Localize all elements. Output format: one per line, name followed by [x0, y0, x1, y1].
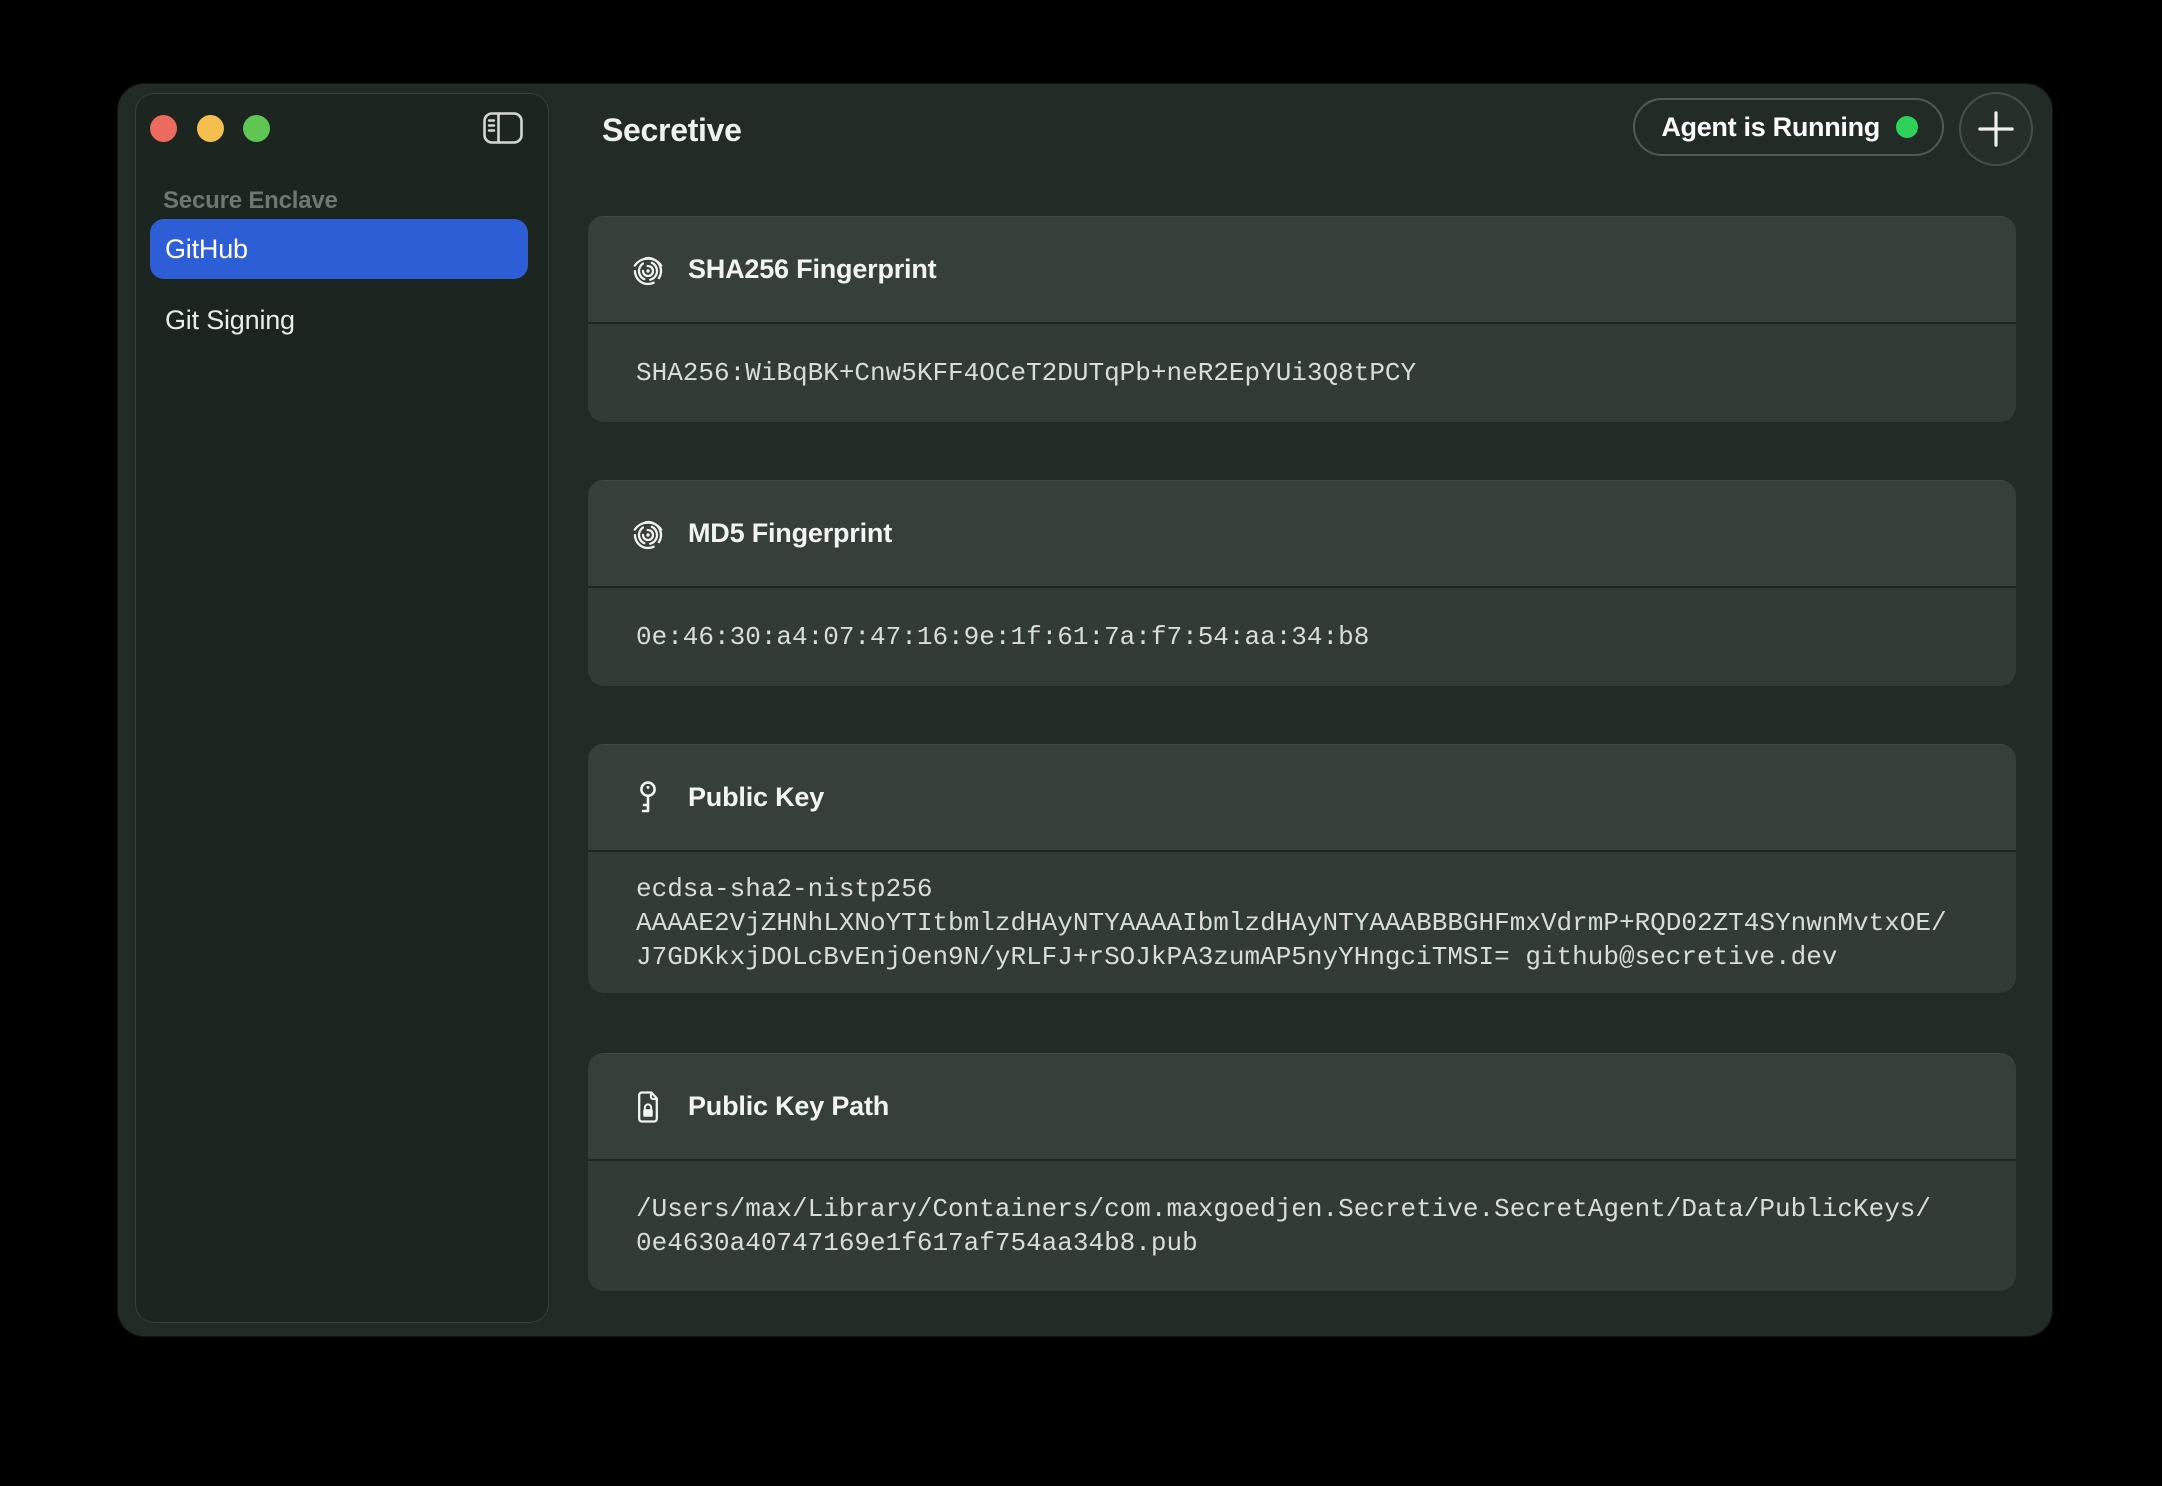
sha256-card-title: SHA256 Fingerprint: [688, 254, 936, 285]
md5-card-title: MD5 Fingerprint: [688, 518, 892, 549]
public-key-card-title: Public Key: [688, 782, 824, 813]
public-key-path-line-1: /Users/max/Library/Containers/com.maxgoe…: [636, 1192, 2016, 1226]
sha256-fingerprint-card: SHA256 Fingerprint SHA256:WiBqBK+Cnw5KFF…: [588, 216, 2016, 422]
secretive-window: Secure Enclave GitHub Git Signing Secret…: [118, 84, 2052, 1336]
doc-lock-icon: [628, 1088, 668, 1124]
public-key-line-1: ecdsa-sha2-nistp256: [636, 872, 2016, 906]
public-key-line-2: AAAAE2VjZHNhLXNoYTItbmlzdHAyNTYAAAAIbmlz…: [636, 906, 2016, 940]
public-key-line-3: J7GDKkxjDOLcBvEnjOen9N/yRLFJ+rSOJkPA3zum…: [636, 940, 2016, 974]
minimize-window-button[interactable]: [197, 115, 224, 142]
sidebar-item-github[interactable]: GitHub: [150, 219, 528, 279]
agent-status-badge[interactable]: Agent is Running: [1633, 98, 1944, 156]
status-dot-icon: [1896, 116, 1918, 138]
sidebar-item-git-signing-label: Git Signing: [165, 305, 295, 336]
sidebar-toggle-icon[interactable]: [483, 112, 523, 144]
sha256-fingerprint-value: SHA256:WiBqBK+Cnw5KFF4OCeT2DUTqPb+neR2Ep…: [636, 356, 2016, 390]
agent-status-label: Agent is Running: [1661, 112, 1880, 143]
md5-fingerprint-value: 0e:46:30:a4:07:47:16:9e:1f:61:7a:f7:54:a…: [636, 620, 2016, 654]
public-key-path-card-title: Public Key Path: [688, 1091, 889, 1122]
zoom-window-button[interactable]: [243, 115, 270, 142]
public-key-path-card: Public Key Path /Users/max/Library/Conta…: [588, 1053, 2016, 1291]
public-key-card-header: Public Key: [588, 744, 2016, 852]
sha256-card-header: SHA256 Fingerprint: [588, 216, 2016, 324]
public-key-path-line-2: 0e4630a40747169e1f617af754aa34b8.pub: [636, 1226, 2016, 1260]
fingerprint-icon: [628, 515, 668, 551]
sidebar-item-github-label: GitHub: [165, 234, 248, 265]
fingerprint-icon: [628, 251, 668, 287]
sidebar-section-secure-enclave: Secure Enclave: [163, 187, 338, 215]
sidebar-item-git-signing[interactable]: Git Signing: [150, 290, 528, 350]
sidebar: Secure Enclave GitHub Git Signing: [136, 94, 548, 1322]
close-window-button[interactable]: [150, 115, 177, 142]
page-title: Secretive: [602, 112, 742, 149]
public-key-card: Public Key ecdsa-sha2-nistp256 AAAAE2VjZ…: [588, 744, 2016, 993]
public-key-path-card-header: Public Key Path: [588, 1053, 2016, 1161]
plus-icon: [1961, 92, 2031, 166]
key-icon: [628, 779, 668, 815]
add-key-button[interactable]: [1959, 92, 2033, 166]
md5-fingerprint-card: MD5 Fingerprint 0e:46:30:a4:07:47:16:9e:…: [588, 480, 2016, 686]
md5-card-header: MD5 Fingerprint: [588, 480, 2016, 588]
